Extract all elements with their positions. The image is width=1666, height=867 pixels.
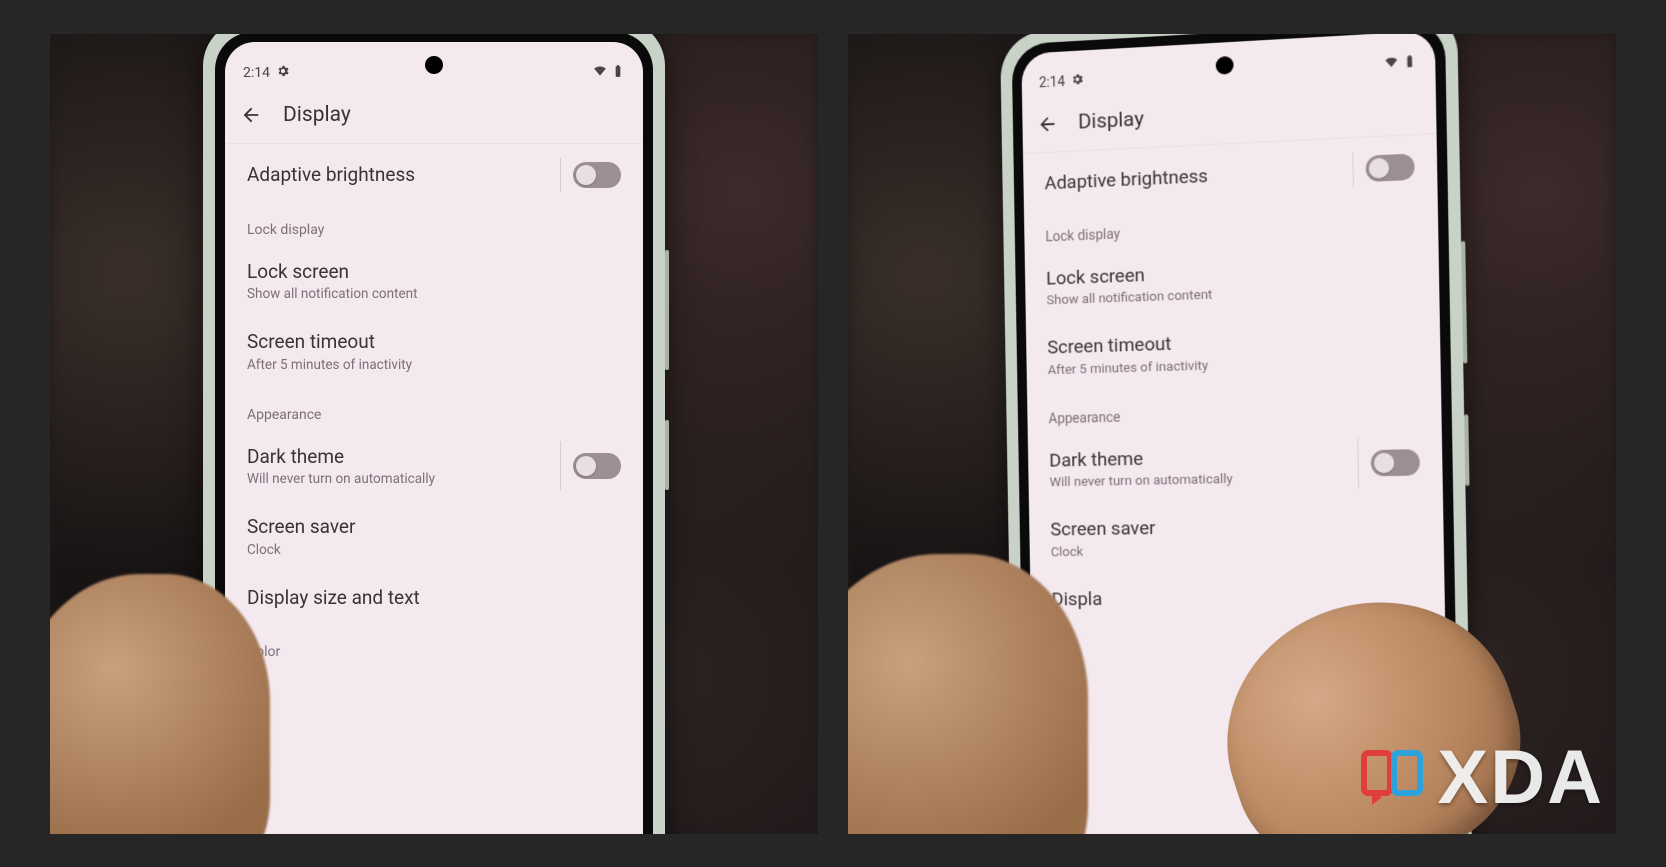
row-screen-timeout[interactable]: Screen timeout After 5 minutes of inacti… xyxy=(225,316,643,387)
settings-gear-icon xyxy=(276,64,290,82)
toggle-divider xyxy=(1357,438,1359,489)
phone-screen: 2:14 xyxy=(225,42,643,834)
section-appearance: Appearance xyxy=(225,387,643,431)
row-title: Dark theme xyxy=(247,445,561,469)
hand-palm xyxy=(50,574,270,834)
volume-button xyxy=(665,250,669,370)
row-screen-saver[interactable]: Screen saver Clock xyxy=(1029,498,1444,574)
status-time: 2:14 xyxy=(1039,74,1065,91)
row-title: Lock screen xyxy=(247,260,621,284)
page-title: Display xyxy=(283,103,351,127)
row-title: Adaptive brightness xyxy=(1044,157,1353,195)
row-title: Screen saver xyxy=(247,515,621,539)
row-dark-theme[interactable]: Dark theme Will never turn on automatica… xyxy=(1028,426,1443,505)
row-subtitle: Show all notification content xyxy=(247,286,621,302)
section-title: Appearance xyxy=(1048,402,1419,428)
row-subtitle: Clock xyxy=(247,542,621,558)
row-title: Screen saver xyxy=(1050,512,1421,541)
page-title: Display xyxy=(1078,107,1144,134)
dark-theme-toggle[interactable] xyxy=(573,453,621,479)
row-subtitle: Will never turn on automatically xyxy=(1049,469,1359,491)
xda-watermark: XDA xyxy=(1358,734,1604,821)
section-lock-display: Lock display xyxy=(225,202,643,246)
row-screen-saver[interactable]: Screen saver Clock xyxy=(225,501,643,572)
battery-icon xyxy=(611,64,625,82)
adaptive-brightness-toggle[interactable] xyxy=(573,162,621,188)
dark-theme-toggle[interactable] xyxy=(1371,449,1420,476)
settings-gear-icon xyxy=(1071,72,1085,90)
screenshot-right: 2:14 xyxy=(848,34,1616,834)
xda-logo-text: XDA xyxy=(1438,734,1604,821)
adaptive-brightness-toggle[interactable] xyxy=(1366,153,1415,182)
toggle-divider xyxy=(560,158,561,192)
settings-list: Adaptive brightness Lock display Lock sc… xyxy=(225,144,643,667)
section-title: Appearance xyxy=(247,407,621,425)
row-lock-screen[interactable]: Lock screen Show all notification conten… xyxy=(1025,237,1440,323)
row-title: Screen timeout xyxy=(247,330,621,354)
app-bar: Display xyxy=(225,86,643,144)
row-screen-timeout[interactable]: Screen timeout After 5 minutes of inacti… xyxy=(1026,309,1441,392)
toggle-divider xyxy=(560,441,561,492)
back-button[interactable] xyxy=(239,103,263,127)
wifi-icon xyxy=(1384,55,1399,74)
row-display-size[interactable]: Display size and text xyxy=(225,572,643,624)
row-lock-screen[interactable]: Lock screen Show all notification conten… xyxy=(225,246,643,317)
row-title: Adaptive brightness xyxy=(247,163,561,187)
wifi-icon xyxy=(593,64,607,82)
settings-list: Adaptive brightness Lock display Lock sc… xyxy=(1023,134,1445,625)
row-subtitle: Will never turn on automatically xyxy=(247,471,561,487)
back-button[interactable] xyxy=(1036,111,1059,136)
row-title: Display size and text xyxy=(247,586,621,610)
screenshot-left: 2:14 xyxy=(50,34,818,834)
row-adaptive-brightness[interactable]: Adaptive brightness xyxy=(225,148,643,202)
row-subtitle: After 5 minutes of inactivity xyxy=(247,357,621,373)
status-time: 2:14 xyxy=(243,65,270,81)
section-title: Lock display xyxy=(247,222,621,240)
row-title: Dark theme xyxy=(1049,442,1359,472)
xda-logo-icon xyxy=(1358,743,1428,813)
front-camera xyxy=(425,56,443,74)
row-subtitle: Clock xyxy=(1051,540,1422,561)
section-title: Color xyxy=(247,644,621,662)
row-dark-theme[interactable]: Dark theme Will never turn on automatica… xyxy=(225,431,643,502)
power-button xyxy=(665,420,669,490)
hand-palm xyxy=(848,554,1088,834)
phone-device: 2:14 xyxy=(203,34,665,834)
battery-icon xyxy=(1402,54,1417,73)
toggle-divider xyxy=(1352,152,1354,186)
section-color: Color xyxy=(225,624,643,668)
